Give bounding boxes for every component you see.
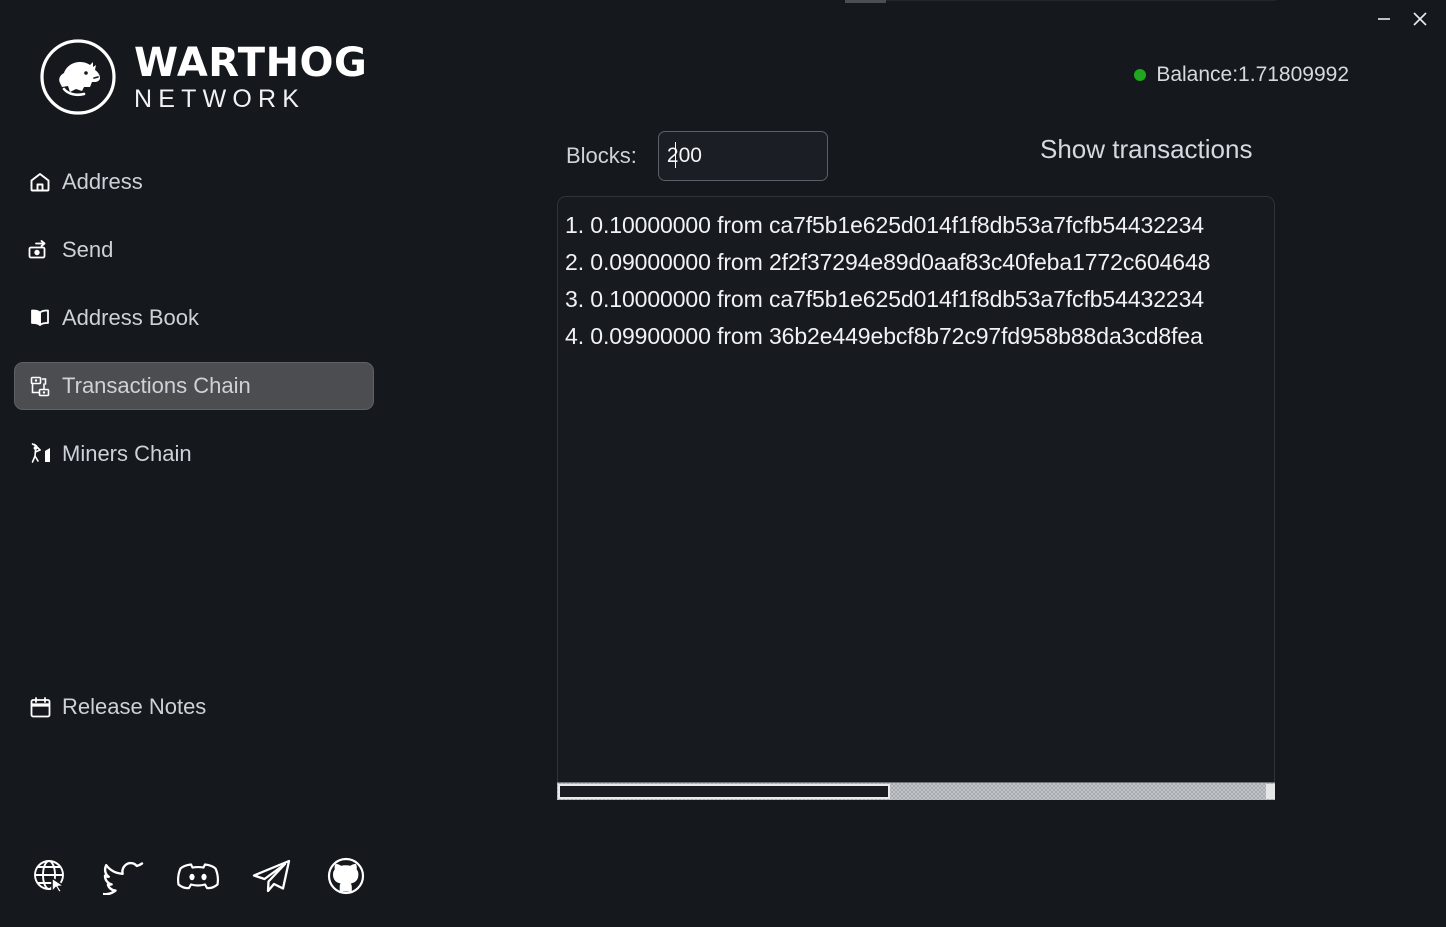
window-drag-strip-secondary [886, 0, 1276, 1]
sidebar-item-miners-chain[interactable]: Miners Chain [14, 430, 374, 478]
brand-subtitle: NETWORK [134, 84, 306, 113]
list-item[interactable]: 1. 0.10000000 from ca7f5b1e625d014f1f8db… [565, 207, 1274, 244]
twitter-icon[interactable] [102, 853, 146, 899]
list-item[interactable]: 3. 0.10000000 from ca7f5b1e625d014f1f8db… [565, 281, 1274, 318]
list-item[interactable]: 2. 0.09000000 from 2f2f37294e89d0aaf83c4… [565, 244, 1274, 281]
send-money-icon [27, 237, 53, 263]
sidebar-item-address[interactable]: Address [14, 158, 374, 206]
discord-icon[interactable] [176, 853, 220, 899]
transactions-list: 1. 0.10000000 from ca7f5b1e625d014f1f8db… [558, 197, 1274, 355]
sidebar-item-label: Miners Chain [62, 441, 192, 466]
close-button[interactable] [1402, 4, 1438, 34]
social-links [28, 853, 368, 899]
list-item[interactable]: 4. 0.09900000 from 36b2e449ebcf8b72c97fd… [565, 318, 1274, 355]
sidebar-item-label: Address Book [62, 305, 199, 330]
sidebar-item-transactions-chain[interactable]: Transactions Chain [14, 362, 374, 410]
connection-status-dot [1134, 69, 1147, 81]
sidebar-item-label: Release Notes [62, 694, 207, 719]
scrollbar-thumb[interactable] [558, 784, 890, 799]
scrollbar-end-cap[interactable] [1266, 784, 1275, 799]
miner-pickaxe-icon [27, 441, 53, 467]
show-transactions-button[interactable]: Show transactions [1040, 134, 1252, 165]
app-window: WARTHOG NETWORK Balance:1.71809992 Addre… [0, 0, 1446, 927]
book-icon [27, 305, 53, 331]
window-drag-strip[interactable] [845, 0, 886, 3]
balance-text: Balance:1.71809992 [1156, 63, 1349, 86]
warthog-head-icon [38, 37, 118, 117]
blocks-row: Blocks: [566, 131, 828, 181]
calendar-icon [27, 694, 53, 720]
telegram-icon[interactable] [250, 853, 294, 899]
sidebar: Address Send Address Book Transactions C… [14, 158, 374, 731]
window-controls [1366, 4, 1438, 34]
brand-title: WARTHOG [134, 39, 368, 86]
balance-display: Balance:1.71809992 [1134, 63, 1349, 87]
sidebar-item-label: Send [62, 237, 114, 262]
sidebar-item-address-book[interactable]: Address Book [14, 294, 374, 342]
github-icon[interactable] [324, 853, 368, 899]
sidebar-item-label: Transactions Chain [62, 373, 251, 398]
horizontal-scrollbar[interactable] [557, 782, 1275, 800]
website-icon[interactable] [28, 853, 72, 899]
minimize-button[interactable] [1366, 4, 1402, 34]
blocks-label: Blocks: [566, 143, 637, 168]
home-icon [27, 169, 53, 195]
blocks-input[interactable] [657, 131, 828, 181]
transactions-chain-icon [27, 373, 53, 399]
brand-logo: WARTHOG NETWORK [38, 37, 367, 117]
title-bar [0, 0, 1446, 40]
sidebar-item-label: Address [62, 169, 143, 194]
transactions-panel[interactable]: 1. 0.10000000 from ca7f5b1e625d014f1f8db… [557, 196, 1275, 800]
sidebar-item-send[interactable]: Send [14, 226, 374, 274]
text-caret [675, 142, 676, 168]
sidebar-item-release-notes[interactable]: Release Notes [14, 683, 374, 731]
